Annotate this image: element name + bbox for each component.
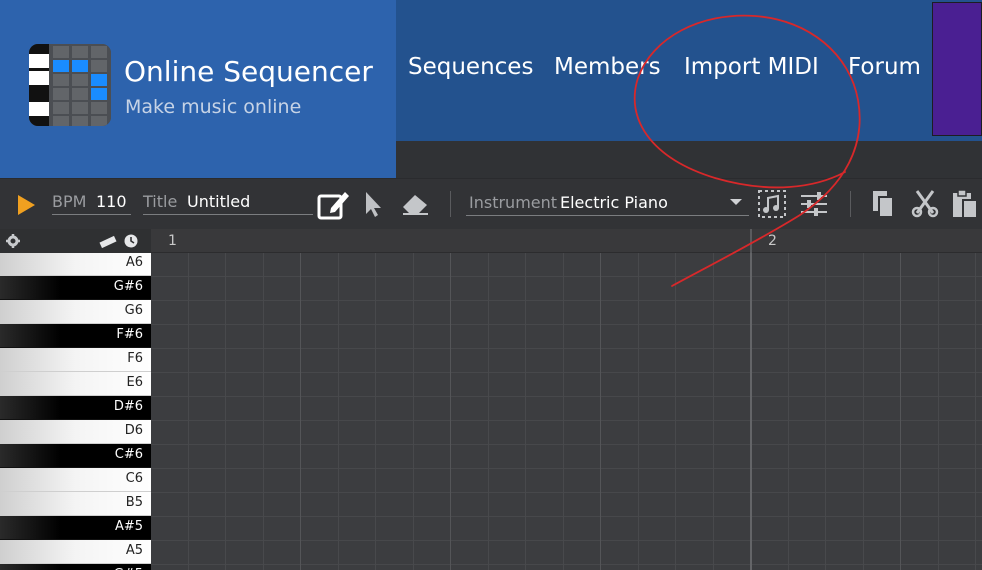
edit-icon[interactable] [317, 188, 351, 220]
header-subbar [396, 141, 982, 178]
pointer-icon[interactable] [364, 190, 384, 218]
grid-column-line [450, 253, 451, 570]
grid-column-line [750, 253, 752, 570]
measure-header[interactable]: 1 2 [151, 229, 982, 253]
grid-column-line [900, 253, 901, 570]
grid-row-line [151, 276, 982, 277]
clock-icon[interactable] [124, 234, 138, 248]
piano-keys: A6G#6G6F#6F6E6D#6D6C#6C6B5A#5A5G#5 [0, 253, 151, 570]
dropdown-arrow-icon[interactable] [729, 198, 743, 206]
piano-key[interactable]: B5 [0, 492, 151, 516]
grid-column-line [188, 253, 189, 570]
instrument-label: Instrument [469, 193, 558, 212]
grid-column-line [563, 253, 564, 570]
measure-number-2: 2 [768, 233, 777, 249]
note-grid[interactable] [151, 253, 982, 570]
grid-row-line [151, 324, 982, 325]
gear-icon[interactable] [6, 234, 20, 248]
grid-column-line [375, 253, 376, 570]
ruler-icon[interactable] [99, 234, 117, 248]
nav-sequences[interactable]: Sequences [408, 54, 533, 80]
grid-row-line [151, 300, 982, 301]
piano-key[interactable]: F#6 [0, 324, 151, 348]
piano-key[interactable]: D#6 [0, 396, 151, 420]
toolbar: BPM 110 Title Untitled Instrument Electr… [0, 178, 982, 229]
piano-key[interactable]: A5 [0, 540, 151, 564]
app-root: Online Sequencer Make music online Seque… [0, 0, 982, 570]
note-select-icon[interactable] [757, 189, 787, 219]
grid-row-line [151, 516, 982, 517]
site-title[interactable]: Online Sequencer [124, 55, 373, 88]
piano-key[interactable]: C6 [0, 468, 151, 492]
title-underline [143, 214, 313, 215]
settings-sliders-icon[interactable] [799, 191, 829, 217]
grid-row-line [151, 444, 982, 445]
cut-icon[interactable] [911, 189, 939, 219]
grid-column-line [263, 253, 264, 570]
grid-column-line [225, 253, 226, 570]
instrument-underline [466, 215, 749, 216]
grid-column-line [713, 253, 714, 570]
grid-column-line [788, 253, 789, 570]
grid-column-line [638, 253, 639, 570]
bpm-input[interactable]: 110 [96, 192, 127, 211]
grid-row-line [151, 564, 982, 565]
grid-column-line [863, 253, 864, 570]
grid-row-line [151, 540, 982, 541]
grid-row-line [151, 492, 982, 493]
eraser-icon[interactable] [400, 192, 430, 216]
grid-row-line [151, 396, 982, 397]
nav-import-midi[interactable]: Import MIDI [684, 54, 819, 80]
grid-column-line [600, 253, 601, 570]
logo-icon [29, 44, 111, 126]
piano-key[interactable]: F6 [0, 348, 151, 372]
grid-column-line [525, 253, 526, 570]
roll-header-left [0, 229, 151, 253]
grid-column-line [413, 253, 414, 570]
measure-number-1: 1 [168, 233, 177, 249]
piano-key[interactable]: G#5 [0, 564, 151, 570]
bpm-label: BPM [52, 192, 87, 211]
grid-column-line [938, 253, 939, 570]
site-subtitle: Make music online [125, 96, 302, 118]
grid-row-line [151, 468, 982, 469]
piano-key[interactable]: A#5 [0, 516, 151, 540]
piano-key[interactable]: D6 [0, 420, 151, 444]
grid-column-line [338, 253, 339, 570]
bpm-underline [52, 214, 131, 215]
paste-icon[interactable] [951, 188, 979, 220]
title-input[interactable]: Untitled [187, 192, 250, 211]
toolbar-separator [450, 191, 451, 217]
nav-members[interactable]: Members [554, 54, 661, 80]
grid-column-line [675, 253, 676, 570]
nav-forum[interactable]: Forum [848, 54, 921, 80]
grid-column-line [488, 253, 489, 570]
grid-row-line [151, 372, 982, 373]
instrument-select[interactable]: Electric Piano [560, 193, 668, 212]
grid-column-line [300, 253, 301, 570]
grid-column-line [975, 253, 976, 570]
piano-key[interactable]: G6 [0, 300, 151, 324]
grid-row-line [151, 420, 982, 421]
piano-key[interactable]: A6 [0, 253, 151, 276]
copy-icon[interactable] [870, 189, 896, 219]
measure-divider [750, 229, 752, 253]
title-label: Title [143, 192, 178, 211]
piano-key[interactable]: E6 [0, 372, 151, 396]
header-ad-block[interactable] [932, 2, 982, 136]
piano-key[interactable]: C#6 [0, 444, 151, 468]
grid-row-line [151, 348, 982, 349]
grid-column-line [825, 253, 826, 570]
play-icon[interactable] [16, 194, 36, 216]
brand-area[interactable]: Online Sequencer Make music online [0, 0, 396, 178]
toolbar-separator-2 [850, 191, 851, 217]
piano-key[interactable]: G#6 [0, 276, 151, 300]
